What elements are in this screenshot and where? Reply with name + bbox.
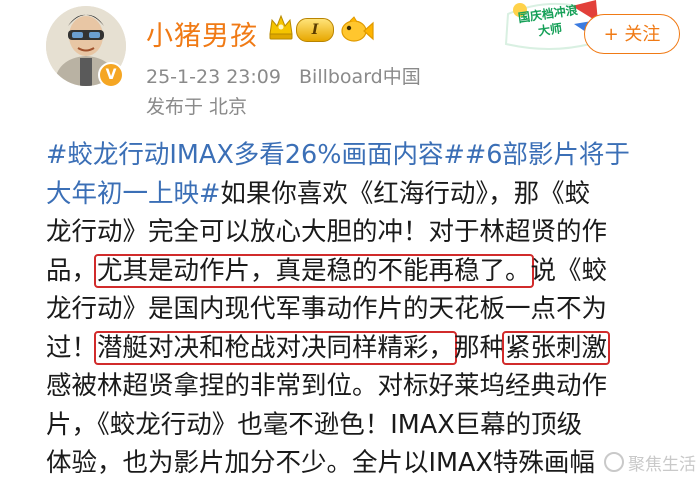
post-text: 龙行动》是国内现代军事动作片的天花板一点不为 [46, 294, 608, 324]
level-badge: I [296, 18, 334, 42]
watermark-text: 聚焦生活 [628, 455, 696, 475]
post-text: 品， [46, 255, 98, 286]
fish-icon [340, 16, 374, 50]
post-text: 体验，也为影片加分不少。全片以IMAX特殊画幅 [46, 448, 595, 478]
post-text: 如果你喜欢《红海行动》，那《蛟 [220, 178, 591, 209]
post-text: 说《蛟 [530, 255, 608, 286]
post-line: 过！潜艇对决和枪战对决同样精彩，那种紧张刺激 [46, 329, 678, 368]
username[interactable]: 小猪男孩 [146, 14, 258, 53]
post-line: 品，尤其是动作片，真是稳的不能再稳了。说《蛟 [46, 252, 678, 291]
post-line: 感被林超贤拿捏的非常到位。对标好莱坞经典动作 [46, 367, 678, 406]
post-line: 龙行动》完全可以放心大胆的冲！对于林超贤的作 [46, 213, 678, 252]
follow-button[interactable]: + 关注 [584, 14, 680, 54]
watermark: 聚焦生活 [604, 450, 696, 475]
camera-icon [604, 452, 624, 472]
post-line: 片，《蛟龙行动》也毫不逊色！IMAX巨幕的顶级 [46, 406, 678, 445]
post-line: 大年初一上映#如果你喜欢《红海行动》，那《蛟 [46, 175, 678, 214]
verified-icon: V [98, 62, 124, 88]
post-text: 感被林超贤拿捏的非常到位。对标好莱坞经典动作 [46, 371, 608, 401]
post-location: 发布于 北京 [146, 96, 248, 118]
promo-badge[interactable]: 国庆档冲浪大师 [502, 0, 598, 50]
post-text: 片，《蛟龙行动》也毫不逊色！IMAX巨幕的顶级 [46, 409, 583, 440]
post-line: #蛟龙行动IMAX多看26%画面内容##6部影片将于 [46, 136, 678, 175]
hashtag-link[interactable]: 大年初一上映# [46, 179, 220, 209]
post-text: 那种 [454, 332, 506, 363]
post-meta: 25-1-23 23:09 Billboard中国 [146, 62, 433, 89]
post-line: 体验，也为影片加分不少。全片以IMAX特殊画幅 [46, 444, 678, 483]
post-source[interactable]: Billboard中国 [299, 66, 421, 88]
hashtag-link[interactable]: #蛟龙行动IMAX多看26%画面内容##6部影片将于 [46, 140, 630, 170]
post-text: 过！ [46, 332, 98, 363]
post-body: #蛟龙行动IMAX多看26%画面内容##6部影片将于 大年初一上映#如果你喜欢《红… [46, 136, 678, 483]
post-line: 龙行动》是国内现代军事动作片的天花板一点不为 [46, 290, 678, 329]
highlighted-text: 尤其是动作片，真是稳的不能再稳了。 [94, 253, 534, 288]
crown-icon [268, 12, 294, 46]
post-text: 龙行动》完全可以放心大胆的冲！对于林超贤的作 [46, 217, 608, 247]
post-timestamp: 25-1-23 23:09 [146, 66, 281, 88]
highlighted-text: 潜艇对决和枪战对决同样精彩， [94, 330, 458, 365]
highlighted-text: 紧张刺激 [502, 330, 611, 365]
